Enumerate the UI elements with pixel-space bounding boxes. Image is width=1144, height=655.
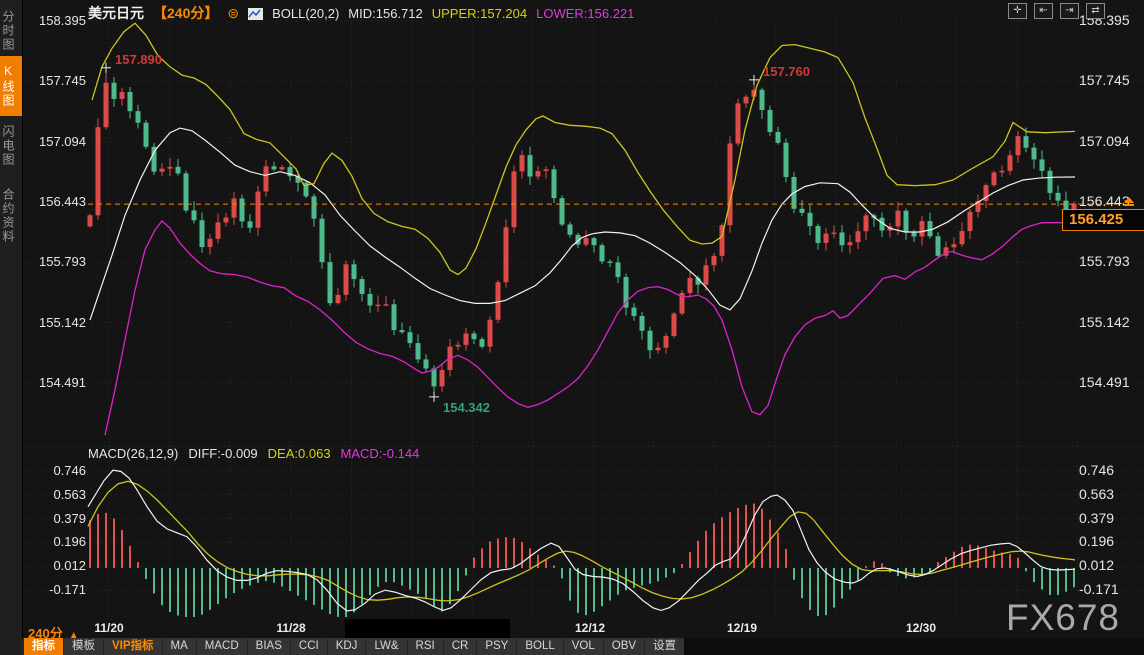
period-label: 【240分】 — [153, 3, 218, 23]
toolbar-button-模板[interactable]: 模板 — [64, 638, 103, 655]
macd-axis-label-left: 0.563 — [24, 487, 86, 502]
chart-type-sidebar: 分时图K线图闪电图合约资料 — [0, 0, 23, 655]
toolbar-button-MACD[interactable]: MACD — [197, 638, 247, 655]
expand-axis-icon[interactable]: ⇥ — [1060, 3, 1079, 19]
macd-diff-value: DIFF:-0.009 — [188, 446, 257, 461]
price-axis-label-left: 155.142 — [24, 315, 86, 330]
toolbar-button-BIAS[interactable]: BIAS — [248, 638, 290, 655]
mini-chart-icon — [248, 7, 263, 19]
toolbar-button-CR[interactable]: CR — [444, 638, 477, 655]
toolbar-button-CCI[interactable]: CCI — [291, 638, 327, 655]
macd-axis-label-left: 0.012 — [24, 558, 86, 573]
price-axis-label-left: 154.491 — [24, 375, 86, 390]
redacted-date-label — [345, 619, 510, 638]
price-annotation: 157.760 — [763, 64, 810, 79]
toolbar-button-VIP指标[interactable]: VIP指标 — [104, 638, 162, 655]
price-axis-label-right: 156.443 — [1079, 193, 1130, 209]
toolbar-button-PSY[interactable]: PSY — [477, 638, 516, 655]
macd-axis-label-right: 0.379 — [1079, 510, 1114, 526]
current-price-value: 156.425 — [1069, 211, 1123, 228]
sidebar-tab-active[interactable]: K线图 — [0, 56, 22, 116]
toolbar-button-设置[interactable]: 设置 — [645, 638, 684, 655]
symbol-title: 美元日元 — [88, 3, 144, 23]
macd-axis-label-right: 0.196 — [1079, 533, 1114, 549]
current-price-box: 156.425 — [1062, 209, 1144, 231]
toolbar-button-KDJ[interactable]: KDJ — [328, 638, 366, 655]
macd-header: MACD(26,12,9) DIFF:-0.009 DEA:0.063 MACD… — [88, 446, 419, 461]
price-axis-label-left: 157.094 — [24, 134, 86, 149]
pan-axis-icon[interactable]: ⇄ — [1086, 3, 1105, 19]
boll-lower-value: LOWER:156.221 — [536, 6, 634, 21]
toolbar-button-LW&[interactable]: LW& — [366, 638, 406, 655]
price-axis-label-right: 155.793 — [1079, 253, 1130, 269]
indicator-toolbar: 指标模板VIP指标MAMACDBIASCCIKDJLW&RSICRPSYBOLL… — [22, 638, 684, 655]
price-alert-icon[interactable] — [1124, 197, 1134, 206]
macd-axis-label-left: -0.171 — [24, 582, 86, 597]
boll-mid-value: MID:156.712 — [348, 6, 422, 21]
sidebar-tab-item[interactable]: 闪电图 — [0, 118, 22, 174]
toolbar-button-BOLL[interactable]: BOLL — [517, 638, 562, 655]
menu-circle-icon[interactable]: ⊜ — [227, 5, 239, 22]
toolbar-button-OBV[interactable]: OBV — [604, 638, 644, 655]
price-axis-label-right: 157.745 — [1079, 72, 1130, 88]
macd-axis-label-right: -0.171 — [1079, 581, 1119, 597]
price-axis-label-left: 158.395 — [24, 13, 86, 28]
chart-window-icons: ✛ ⇤ ⇥ ⇄ — [1008, 3, 1105, 19]
x-axis-date-label: 11/28 — [276, 621, 305, 635]
boll-upper-value: UPPER:157.204 — [432, 6, 527, 21]
macd-axis-label-left: 0.379 — [24, 511, 86, 526]
price-annotation: 154.342 — [443, 400, 490, 415]
macd-axis-label-right: 0.563 — [1079, 486, 1114, 502]
macd-axis-label-left: 0.196 — [24, 534, 86, 549]
x-axis-date-label: 12/19 — [727, 621, 757, 635]
sidebar-tab-item[interactable]: 分时图 — [0, 4, 22, 58]
watermark: FX678 — [1006, 597, 1120, 639]
price-annotation: 157.890 — [115, 52, 162, 67]
toolbar-button-RSI[interactable]: RSI — [408, 638, 443, 655]
sidebar-tab-item[interactable]: 合约资料 — [0, 178, 22, 254]
toolbar-button-MA[interactable]: MA — [163, 638, 196, 655]
footer-row: 指标模板VIP指标MAMACDBIASCCIKDJLW&RSICRPSYBOLL… — [22, 638, 1144, 655]
macd-axis-label-left: 0.746 — [24, 463, 86, 478]
price-axis-label-left: 156.443 — [24, 194, 86, 209]
price-axis-label-right: 157.094 — [1079, 133, 1130, 149]
x-axis-date-label: 12/30 — [906, 621, 936, 635]
macd-axis-label-right: 0.012 — [1079, 557, 1114, 573]
boll-indicator-label: BOLL(20,2) — [272, 6, 339, 21]
trading-app-window: 分时图K线图闪电图合约资料 美元日元 【240分】 ⊜ BOLL(20,2) M… — [0, 0, 1144, 655]
price-axis-label-left: 157.745 — [24, 73, 86, 88]
macd-indicator-label: MACD(26,12,9) — [88, 446, 178, 461]
macd-dea-value: DEA:0.063 — [268, 446, 331, 461]
chart-header: 美元日元 【240分】 ⊜ BOLL(20,2) MID:156.712 UPP… — [88, 3, 634, 23]
x-axis-date-label: 11/20 — [94, 621, 123, 635]
macd-macd-value: MACD:-0.144 — [341, 446, 420, 461]
x-axis-date-label: 12/12 — [575, 621, 605, 635]
move-icon[interactable]: ✛ — [1008, 3, 1027, 19]
price-axis-label-right: 155.142 — [1079, 314, 1130, 330]
compress-axis-icon[interactable]: ⇤ — [1034, 3, 1053, 19]
toolbar-button-VOL[interactable]: VOL — [564, 638, 603, 655]
candlestick-chart-canvas[interactable] — [0, 0, 1144, 655]
macd-axis-label-right: 0.746 — [1079, 462, 1114, 478]
price-axis-label-right: 154.491 — [1079, 374, 1130, 390]
toolbar-button-指标[interactable]: 指标 — [24, 638, 63, 655]
price-axis-label-left: 155.793 — [24, 254, 86, 269]
